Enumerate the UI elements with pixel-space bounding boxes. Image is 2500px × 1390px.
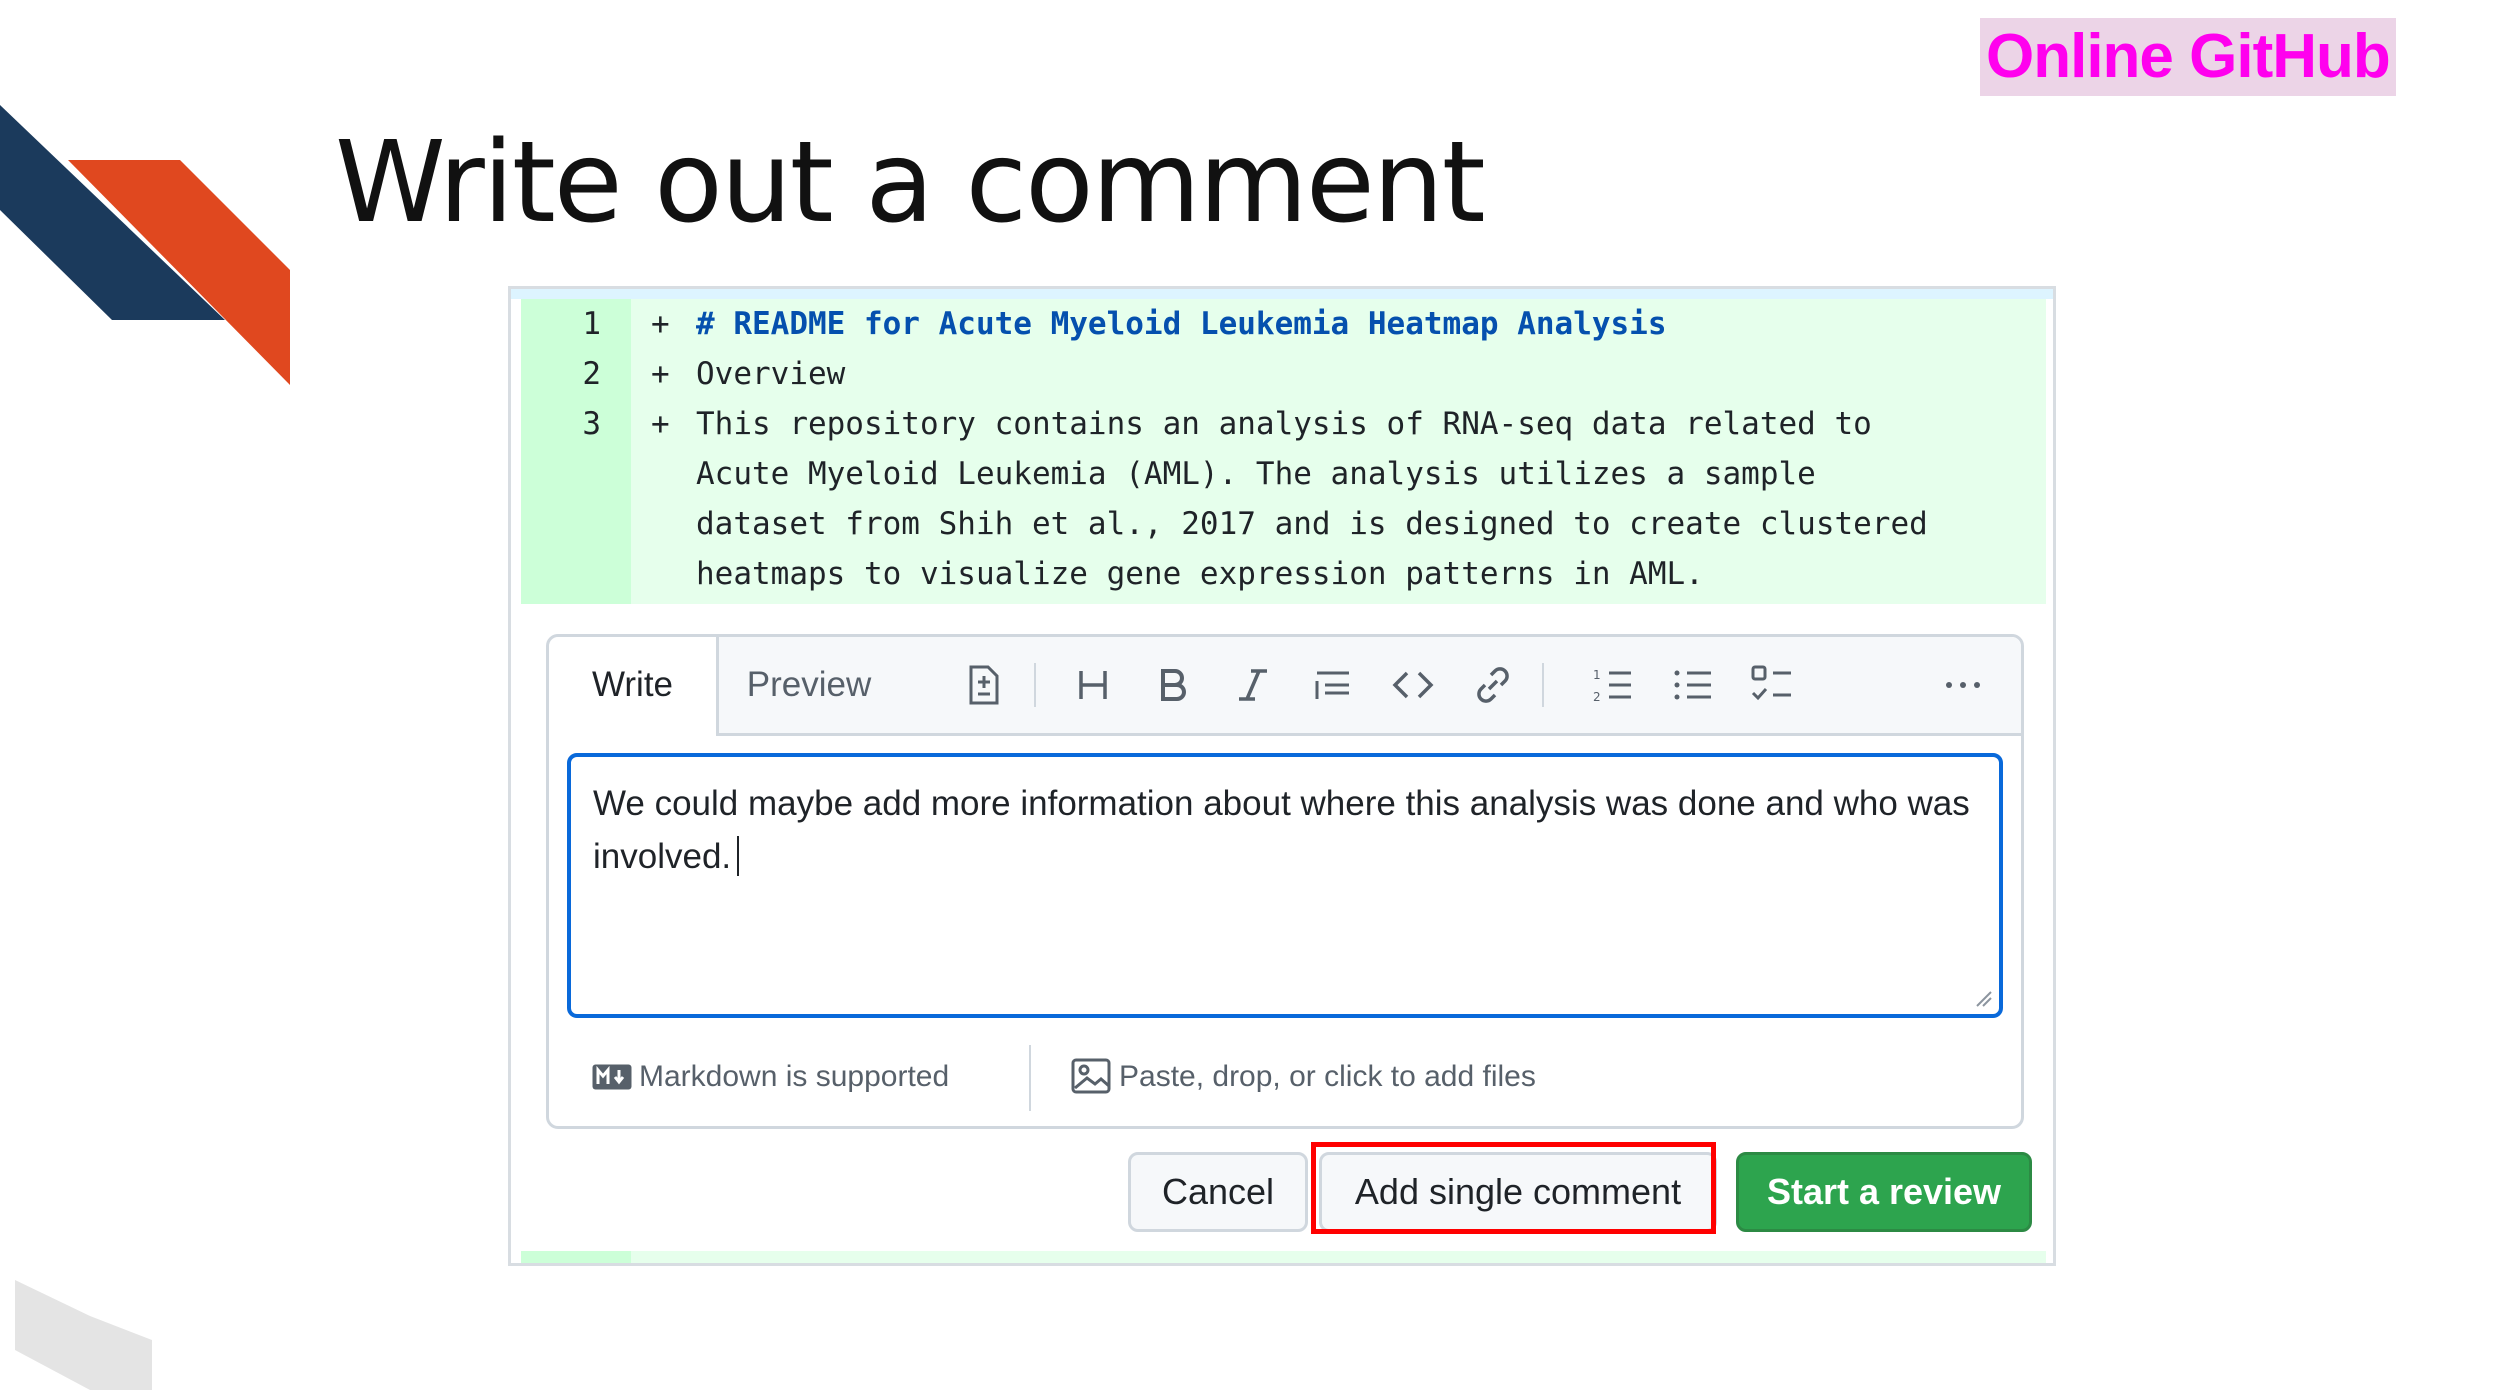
image-icon (1071, 1058, 1111, 1094)
attach-note: Paste, drop, or click to add files (1119, 1060, 1536, 1093)
slide-title: Write out a comment (335, 118, 1486, 248)
footer-divider (1029, 1045, 1031, 1111)
slide-bottom-decoration (15, 1280, 152, 1390)
highlight-box (1311, 1142, 1716, 1234)
line-code: Overview (696, 356, 846, 392)
line-number: 2 (582, 356, 601, 392)
markdown-note: Markdown is supported (639, 1060, 950, 1093)
cancel-button[interactable]: Cancel (1128, 1152, 1308, 1232)
diff-icon[interactable] (959, 661, 1007, 709)
added-marker: + (651, 306, 670, 342)
tab-preview[interactable]: Preview (719, 637, 899, 733)
slide-corner-decoration (0, 105, 290, 385)
bold-icon[interactable] (1149, 661, 1197, 709)
comment-editor: Write Preview 1 2 We could maybe add mor… (546, 634, 2024, 1129)
more-icon[interactable] (1939, 661, 1987, 709)
next-diff-gutter (521, 1251, 631, 1263)
line-code: This repository contains an analysis of … (696, 406, 1872, 442)
added-marker: + (651, 356, 670, 392)
tab-write[interactable]: Write (549, 637, 719, 736)
code-icon[interactable] (1389, 661, 1437, 709)
link-icon[interactable] (1469, 661, 1517, 709)
line-number: 3 (582, 406, 601, 442)
attach-files-button[interactable]: Paste, drop, or click to add files (1071, 1027, 1536, 1127)
added-marker: + (651, 406, 670, 442)
comment-text: We could maybe add more information abou… (593, 784, 1980, 876)
svg-text:1: 1 (1593, 668, 1601, 682)
online-github-badge: Online GitHub (1980, 18, 2396, 96)
comment-textarea[interactable]: We could maybe add more information abou… (567, 753, 2003, 1018)
line-code-wrap: heatmaps to visualize gene expression pa… (696, 556, 1704, 592)
line-number: 1 (582, 306, 601, 342)
quote-icon[interactable] (1309, 661, 1357, 709)
start-review-button[interactable]: Start a review (1736, 1152, 2032, 1232)
toolbar-divider (1542, 663, 1544, 707)
toolbar-divider (1034, 663, 1036, 707)
next-diff-line (521, 1251, 2046, 1263)
line-code-wrap: dataset from Shih et al., 2017 and is de… (696, 506, 1928, 542)
editor-toolbar: Write Preview 1 2 (549, 637, 2021, 736)
line-code-wrap: Acute Myeloid Leukemia (AML). The analys… (696, 456, 1816, 492)
editor-footer: Markdown is supported Paste, drop, or cl… (549, 1027, 2021, 1127)
markdown-support-link[interactable]: Markdown is supported (591, 1027, 949, 1127)
text-caret (737, 836, 740, 876)
unordered-list-icon[interactable] (1669, 661, 1717, 709)
markdown-icon (592, 1064, 632, 1090)
task-list-icon[interactable] (1749, 661, 1797, 709)
diff-view: 1 + # README for Acute Myeloid Leukemia … (521, 299, 2046, 604)
italic-icon[interactable] (1229, 661, 1277, 709)
resize-handle-icon[interactable] (1973, 988, 1993, 1008)
github-review-screenshot: 1 + # README for Acute Myeloid Leukemia … (508, 286, 2056, 1266)
ordered-list-icon[interactable]: 1 2 (1589, 661, 1637, 709)
line-code: # README for Acute Myeloid Leukemia Heat… (696, 306, 1667, 342)
heading-icon[interactable] (1069, 661, 1117, 709)
hunk-header-strip (511, 289, 2053, 299)
svg-text:2: 2 (1593, 690, 1601, 704)
